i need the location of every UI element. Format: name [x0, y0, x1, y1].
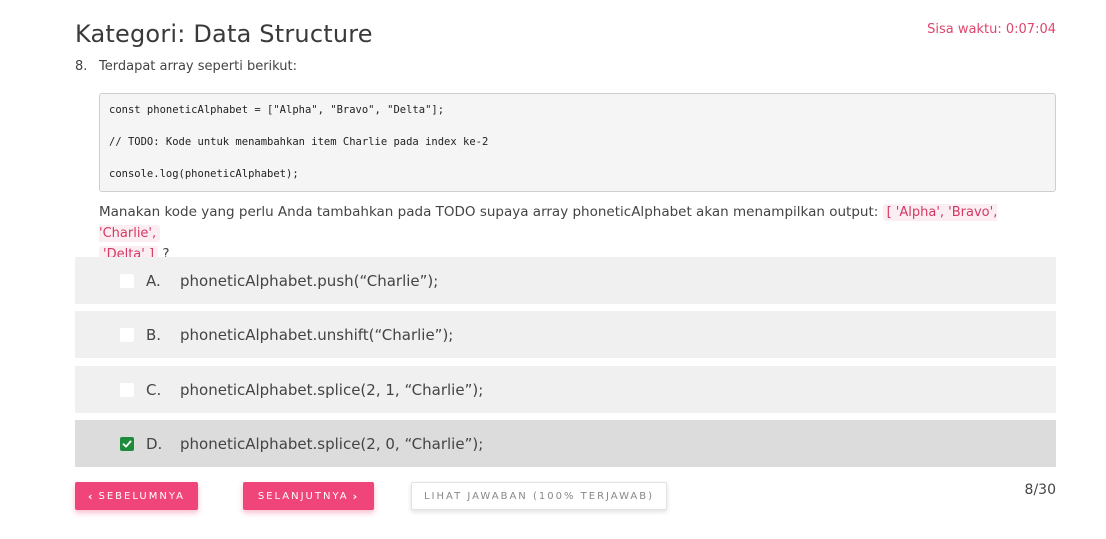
checkbox-d[interactable]	[120, 436, 134, 451]
option-letter: A.	[146, 271, 161, 290]
answer-option-a[interactable]: A. phoneticAlphabet.push(“Charlie”);	[75, 257, 1056, 304]
option-text: phoneticAlphabet.push(“Charlie”);	[180, 271, 439, 290]
question-number: 8.	[75, 59, 88, 74]
page-title: Kategori: Data Structure	[75, 20, 373, 48]
question-intro-text: Terdapat array seperti berikut:	[99, 59, 297, 74]
checkmark-icon	[122, 440, 132, 447]
next-button[interactable]: Selanjutnya ›	[243, 482, 374, 510]
option-text: phoneticAlphabet.splice(2, 1, “Charlie”)…	[180, 380, 484, 399]
option-text: phoneticAlphabet.splice(2, 0, “Charlie”)…	[180, 434, 484, 453]
checkbox-a[interactable]	[120, 273, 134, 288]
previous-button-label: Sebelumnya	[98, 490, 186, 502]
code-block: const phoneticAlphabet = ["Alpha", "Brav…	[99, 93, 1056, 192]
question-intro: 8. Terdapat array seperti berikut:	[75, 59, 297, 74]
answer-option-d[interactable]: D. phoneticAlphabet.splice(2, 0, “Charli…	[75, 420, 1056, 467]
previous-button[interactable]: ‹ Sebelumnya	[75, 482, 198, 510]
option-letter: D.	[146, 434, 163, 453]
prompt-text: Manakan kode yang perlu Anda tambahkan p…	[99, 204, 883, 220]
option-text: phoneticAlphabet.unshift(“Charlie”);	[180, 325, 454, 344]
checkbox-c[interactable]	[120, 382, 134, 397]
code-line: // TODO: Kode untuk menambahkan item Cha…	[109, 136, 489, 148]
view-answers-label: Lihat Jawaban (100% Terjawab)	[423, 490, 655, 502]
time-remaining: Sisa waktu: 0:07:04	[927, 22, 1056, 37]
chevron-right-icon: ›	[352, 489, 360, 503]
question-prompt: Manakan kode yang perlu Anda tambahkan p…	[99, 202, 1059, 265]
question-counter: 8/30	[1024, 482, 1056, 498]
code-line: const phoneticAlphabet = ["Alpha", "Brav…	[109, 104, 445, 116]
checkbox-b[interactable]	[120, 327, 134, 342]
answer-option-b[interactable]: B. phoneticAlphabet.unshift(“Charlie”);	[75, 311, 1056, 358]
view-answers-button[interactable]: Lihat Jawaban (100% Terjawab)	[411, 482, 667, 510]
answer-option-c[interactable]: C. phoneticAlphabet.splice(2, 1, “Charli…	[75, 366, 1056, 413]
chevron-left-icon: ‹	[87, 489, 95, 503]
next-button-label: Selanjutnya	[257, 490, 349, 502]
option-letter: B.	[146, 325, 162, 344]
option-letter: C.	[146, 380, 162, 399]
code-line: console.log(phoneticAlphabet);	[109, 168, 299, 180]
